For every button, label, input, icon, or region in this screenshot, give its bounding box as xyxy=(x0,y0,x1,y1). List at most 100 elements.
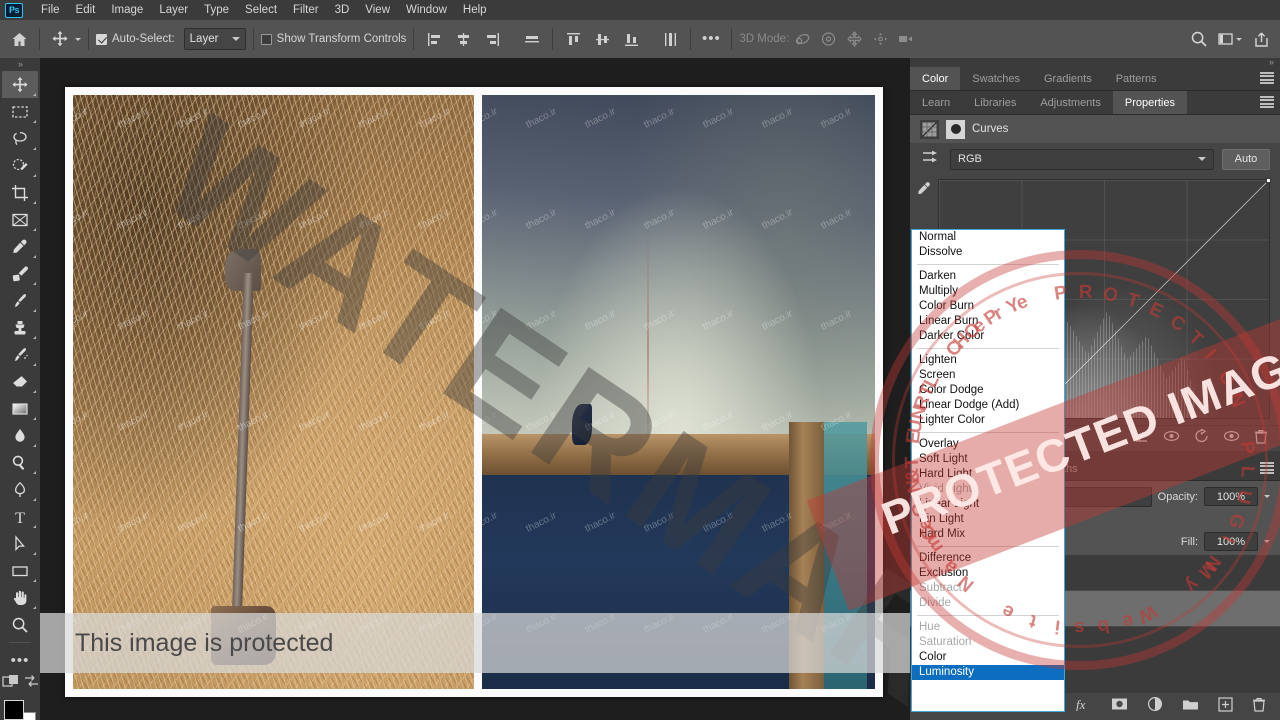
align-right-icon[interactable] xyxy=(479,26,505,52)
menu-layer[interactable]: Layer xyxy=(151,1,196,19)
blend-mode-item[interactable]: Pin Light xyxy=(912,512,1064,527)
eyedropper-tool[interactable] xyxy=(2,233,38,260)
new-adjustment-layer-icon[interactable] xyxy=(1147,696,1163,717)
hand-tool[interactable] xyxy=(2,584,38,611)
blend-mode-item[interactable]: Darker Color xyxy=(912,329,1064,344)
align-top-icon[interactable] xyxy=(560,26,586,52)
color-swatches[interactable] xyxy=(3,700,37,720)
distribute-horizontal-icon[interactable] xyxy=(519,26,545,52)
blend-mode-menu[interactable]: Normal Dissolve Darken Multiply Color Burn Li… xyxy=(911,229,1065,712)
layer-style-fx-icon[interactable]: fx xyxy=(1074,697,1092,716)
eraser-tool[interactable] xyxy=(2,368,38,395)
blend-mode-item[interactable]: Color Burn xyxy=(912,299,1064,314)
blend-mode-item[interactable]: Hard Mix xyxy=(912,527,1064,542)
auto-select-checkbox[interactable] xyxy=(96,33,107,45)
document-canvas[interactable]: thaco.ir thaco.ir thaco.ir thaco.ir thaco.ir… xyxy=(40,58,910,720)
auto-select-scope-dropdown[interactable]: Layer xyxy=(183,28,246,50)
blur-tool[interactable] xyxy=(2,422,38,449)
zoom-tool[interactable] xyxy=(2,611,38,638)
blend-mode-item[interactable]: Luminosity xyxy=(912,665,1064,680)
menu-help[interactable]: Help xyxy=(455,1,495,19)
curves-channel-dropdown[interactable]: RGB xyxy=(950,148,1214,170)
new-layer-icon[interactable] xyxy=(1218,696,1233,717)
frame-tool[interactable] xyxy=(2,206,38,233)
lasso-tool[interactable] xyxy=(2,125,38,152)
type-tool[interactable]: T xyxy=(2,503,38,530)
align-middle-vertical-icon[interactable] xyxy=(589,26,615,52)
curves-auto-button[interactable]: Auto xyxy=(1222,148,1270,170)
workspace-icon[interactable] xyxy=(1212,26,1238,52)
distribute-vertical-icon[interactable] xyxy=(657,26,683,52)
more-options-button[interactable]: ••• xyxy=(698,26,724,52)
chevron-down-icon[interactable] xyxy=(1236,37,1242,41)
blend-mode-item[interactable]: Screen xyxy=(912,368,1064,383)
curves-preset-icon[interactable] xyxy=(920,149,942,170)
tab-libraries[interactable]: Libraries xyxy=(962,91,1029,114)
gradient-tool[interactable] xyxy=(2,395,38,422)
healing-brush-tool[interactable] xyxy=(2,260,38,287)
blend-mode-item[interactable]: Exclusion xyxy=(912,566,1064,581)
move-tool-icon[interactable] xyxy=(47,26,73,52)
blend-mode-item[interactable]: Multiply xyxy=(912,284,1064,299)
history-brush-tool[interactable] xyxy=(2,341,38,368)
brush-tool[interactable] xyxy=(2,287,38,314)
menu-view[interactable]: View xyxy=(357,1,398,19)
tab-learn[interactable]: Learn xyxy=(910,91,963,114)
menu-3d[interactable]: 3D xyxy=(327,1,358,19)
screen-mode-icon[interactable] xyxy=(24,674,39,694)
panel-menu-icon[interactable] xyxy=(1260,96,1274,108)
home-icon[interactable] xyxy=(6,26,32,52)
blend-mode-item[interactable]: Linear Dodge (Add) xyxy=(912,398,1064,413)
eyedropper-black-point-icon[interactable] xyxy=(916,181,932,202)
align-bottom-icon[interactable] xyxy=(618,26,644,52)
rectangle-tool[interactable] xyxy=(2,557,38,584)
tab-adjustments[interactable]: Adjustments xyxy=(1028,91,1113,114)
share-icon[interactable] xyxy=(1248,26,1274,52)
pen-tool[interactable] xyxy=(2,476,38,503)
add-layer-mask-icon[interactable] xyxy=(1111,697,1128,716)
blend-mode-item[interactable]: Soft Light xyxy=(912,452,1064,467)
menu-image[interactable]: Image xyxy=(103,1,151,19)
align-center-horizontal-icon[interactable] xyxy=(450,26,476,52)
menu-window[interactable]: Window xyxy=(398,1,455,19)
panel-menu-icon[interactable] xyxy=(1260,462,1274,474)
quick-selection-tool[interactable] xyxy=(2,152,38,179)
tab-properties[interactable]: Properties xyxy=(1112,91,1187,114)
panel-menu-icon[interactable] xyxy=(1260,72,1274,84)
dodge-tool[interactable] xyxy=(2,449,38,476)
show-transform-controls-checkbox[interactable] xyxy=(260,33,272,45)
menu-filter[interactable]: Filter xyxy=(285,1,327,19)
tab-gradients[interactable]: Gradients xyxy=(1032,67,1104,90)
quick-mask-icon[interactable] xyxy=(1,674,19,694)
active-tool-move[interactable] xyxy=(47,26,81,52)
new-group-icon[interactable] xyxy=(1182,698,1199,716)
blend-mode-item[interactable]: Darken xyxy=(912,269,1064,284)
dock-grip[interactable]: » xyxy=(910,58,1280,67)
align-left-icon[interactable] xyxy=(421,26,447,52)
clone-stamp-tool[interactable] xyxy=(2,314,38,341)
menu-type[interactable]: Type xyxy=(196,1,237,19)
menu-file[interactable]: File xyxy=(33,1,68,19)
curve-control-point[interactable] xyxy=(1266,178,1271,183)
tab-patterns[interactable]: Patterns xyxy=(1103,67,1169,90)
move-tool[interactable] xyxy=(2,71,38,98)
blend-mode-item[interactable]: Linear Light xyxy=(912,497,1064,512)
tab-color[interactable]: Color xyxy=(910,67,961,90)
search-icon[interactable] xyxy=(1186,26,1212,52)
foreground-color-swatch[interactable] xyxy=(4,700,24,720)
crop-tool[interactable] xyxy=(2,179,38,206)
delete-layer-icon[interactable] xyxy=(1252,697,1266,717)
blend-mode-item[interactable]: Color xyxy=(912,650,1064,665)
menu-select[interactable]: Select xyxy=(237,1,285,19)
blend-mode-item[interactable]: Hard Light xyxy=(912,467,1064,482)
tab-swatches[interactable]: Swatches xyxy=(960,67,1032,90)
path-selection-tool[interactable] xyxy=(2,530,38,557)
fill-field[interactable]: 100% xyxy=(1204,532,1258,551)
blend-mode-item[interactable]: Dissolve xyxy=(912,245,1064,260)
blend-mode-item[interactable]: Lighten xyxy=(912,353,1064,368)
blend-mode-item[interactable]: Overlay xyxy=(912,437,1064,452)
panel-grip[interactable]: » xyxy=(0,58,40,71)
blend-mode-item[interactable]: Normal xyxy=(912,230,1064,245)
menu-edit[interactable]: Edit xyxy=(68,1,104,19)
edit-toolbar-button[interactable]: ••• xyxy=(2,647,38,674)
